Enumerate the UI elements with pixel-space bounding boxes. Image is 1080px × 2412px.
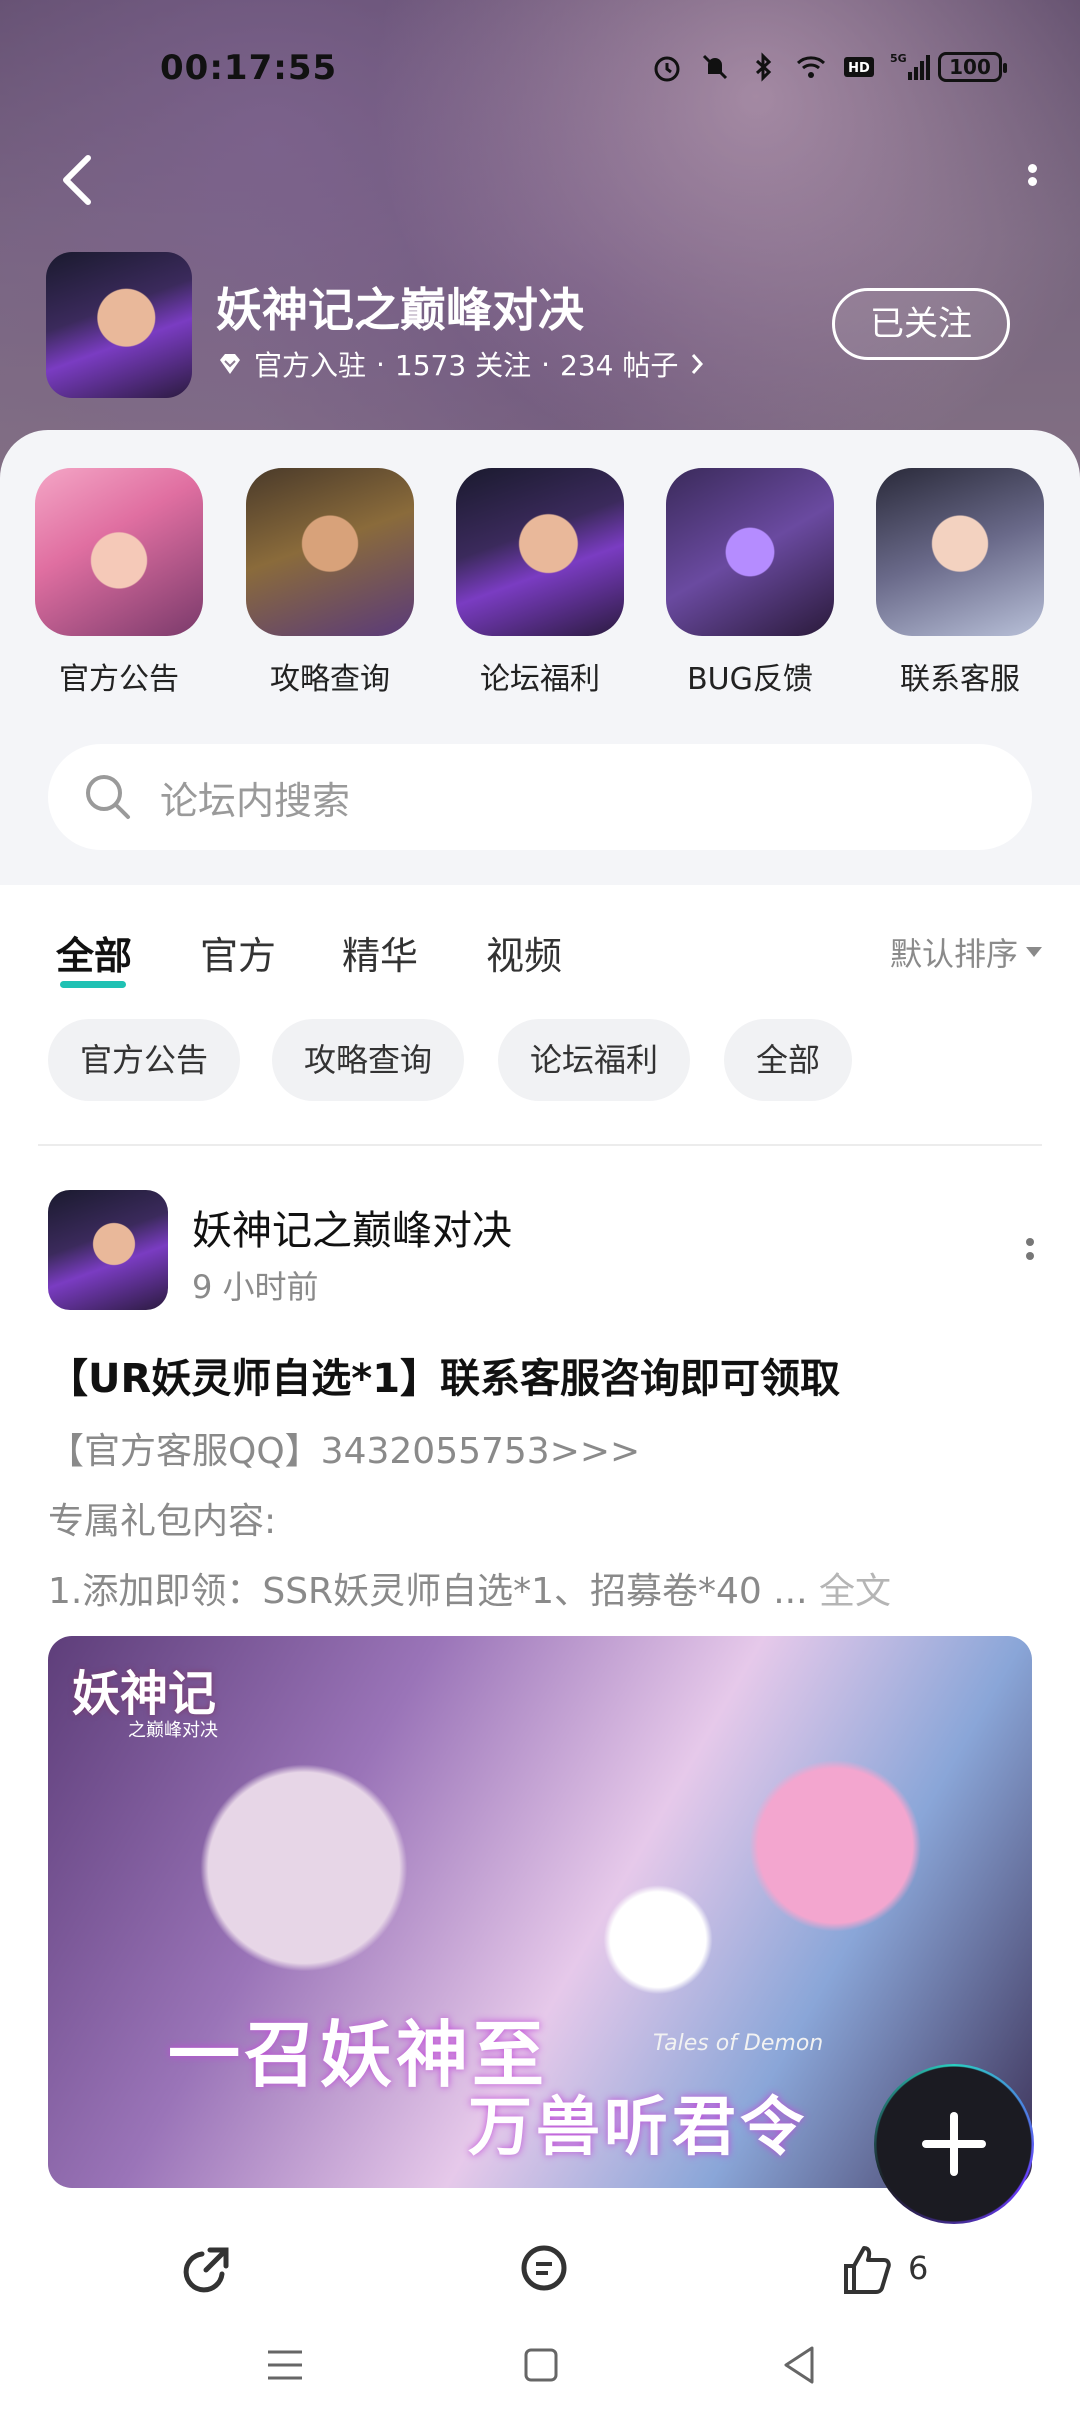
caret-down-icon	[1026, 947, 1042, 957]
shortcut-label: 联系客服	[900, 662, 1020, 697]
search-icon	[86, 775, 130, 819]
game-logo: 妖神记	[72, 1666, 217, 1722]
chevron-right-icon	[692, 354, 704, 374]
nav-menu-button[interactable]	[260, 2340, 310, 2390]
shortcut-guide[interactable]: 攻略查询	[245, 468, 415, 698]
like-button[interactable]: 6	[838, 2240, 928, 2296]
shortcuts-panel: 官方公告 攻略查询 论坛福利 BUG反馈 联系客服 论坛内搜索	[0, 430, 1080, 885]
post-title[interactable]: 【UR妖灵师自选*1】联系客服咨询即可领取	[48, 1346, 840, 1404]
chip-all[interactable]: 全部	[724, 1019, 853, 1101]
system-nav-bar	[0, 2300, 1080, 2412]
diamond-icon	[220, 354, 240, 374]
sort-dropdown[interactable]: 默认排序	[890, 929, 1042, 975]
nav-back-button[interactable]	[776, 2340, 826, 2390]
post-actions: 6	[0, 2240, 1080, 2300]
game-logo-sub: 之巅峰对决	[128, 1720, 218, 1741]
post-body-line-3: 1.添加即领：SSR妖灵师自选*1、招募卷*40 ... 全文	[48, 1562, 891, 1614]
shortcut-label: 官方公告	[59, 662, 179, 697]
like-count: 6	[908, 2249, 929, 2287]
post-body-line: 专属礼包内容:	[48, 1501, 277, 1542]
image-slogan-2: 万兽听君令	[468, 2091, 808, 2165]
post-tabs: 全部 官方 精华 视频 默认排序	[0, 885, 1080, 1015]
nav-home-button[interactable]	[516, 2340, 566, 2390]
forum-meta[interactable]: 官方入驻 · 1573 关注 · 234 帖子	[216, 344, 706, 384]
shortcut-image	[35, 468, 203, 636]
thumbs-up-icon	[844, 2246, 891, 2294]
mute-icon	[698, 50, 732, 84]
forum-title: 妖神记之巅峰对决	[216, 283, 584, 337]
forum-avatar[interactable]	[46, 252, 192, 398]
more-dot	[1026, 1238, 1034, 1246]
back-button[interactable]	[52, 150, 102, 210]
filter-chips: 官方公告 攻略查询 论坛福利 全部	[0, 1015, 1080, 1145]
bluetooth-icon	[746, 50, 780, 84]
sort-label: 默认排序	[889, 935, 1018, 973]
more-dot	[1027, 177, 1037, 186]
shortcut-label: 论坛福利	[480, 662, 600, 697]
tab-official[interactable]: 官方	[200, 925, 276, 980]
read-full-link[interactable]: 全文	[819, 1571, 891, 1612]
svg-text:HD: HD	[848, 61, 870, 76]
status-bar: 00:17:55 HD 5G 100	[0, 40, 1080, 100]
plus-icon	[950, 2112, 958, 2176]
shortcut-official-notice[interactable]: 官方公告	[34, 468, 204, 698]
more-dot	[1026, 1252, 1034, 1260]
post-body-line: 【官方客服QQ】3432055753>>>	[48, 1431, 641, 1472]
share-icon	[183, 2247, 229, 2293]
shortcut-image	[456, 468, 624, 636]
post-time: 9 小时前	[192, 1268, 319, 1306]
comment-button[interactable]	[516, 2240, 572, 2296]
chip-official-notice[interactable]: 官方公告	[48, 1019, 241, 1101]
followed-button[interactable]: 已关注	[832, 288, 1010, 360]
avatar[interactable]	[48, 1190, 168, 1310]
status-time: 00:17:55	[160, 48, 338, 88]
tab-featured[interactable]: 精华	[342, 925, 418, 980]
chevron-left-icon	[63, 155, 91, 205]
chip-welfare[interactable]: 论坛福利	[498, 1019, 691, 1101]
menu-icon	[268, 2350, 302, 2380]
post-more-button[interactable]	[1020, 1232, 1040, 1272]
svg-text:5G: 5G	[890, 52, 907, 65]
shortcut-image	[246, 468, 414, 636]
shortcut-label: 攻略查询	[270, 662, 390, 697]
search-input[interactable]: 论坛内搜索	[48, 744, 1032, 850]
tab-video[interactable]: 视频	[486, 925, 562, 980]
post-author[interactable]: 妖神记之巅峰对决	[192, 1198, 512, 1256]
wifi-icon	[794, 50, 828, 84]
5g-signal-icon: 5G	[890, 50, 930, 84]
shortcut-customer-service[interactable]: 联系客服	[875, 468, 1045, 698]
active-tab-indicator	[60, 981, 126, 988]
battery-indicator: 100	[938, 52, 1007, 82]
meta-post-count: 234 帖子	[560, 349, 679, 382]
meta-separator: ·	[376, 347, 385, 381]
shortcut-image	[666, 468, 834, 636]
alarm-icon	[650, 50, 684, 84]
forum-info: 妖神记之巅峰对决 官方入驻 · 1573 关注 · 234 帖子 已关注	[46, 252, 1046, 402]
search-placeholder: 论坛内搜索	[160, 778, 351, 823]
meta-official: 官方入驻	[254, 349, 367, 382]
comment-icon	[521, 2245, 567, 2291]
shortcut-label: BUG反馈	[687, 662, 813, 697]
shortcut-welfare[interactable]: 论坛福利	[455, 468, 625, 698]
triangle-back-icon	[784, 2346, 814, 2384]
create-post-button[interactable]	[874, 2064, 1034, 2224]
more-dot	[1027, 164, 1037, 173]
post-body-text: 1.添加即领：SSR妖灵师自选*1、招募卷*40 ...	[48, 1571, 808, 1612]
share-button[interactable]	[180, 2240, 236, 2296]
image-caption: Tales of Demon	[653, 2031, 824, 2056]
meta-separator: ·	[541, 347, 550, 381]
hd-icon: HD	[842, 50, 876, 84]
more-options-button[interactable]	[1020, 160, 1044, 204]
shortcut-bug-report[interactable]: BUG反馈	[665, 468, 835, 698]
forum-header: 00:17:55 HD 5G 100 妖神记之巅峰对决 官方入驻 · 1573 …	[0, 0, 1080, 480]
shortcut-image	[876, 468, 1044, 636]
chip-guide[interactable]: 攻略查询	[272, 1019, 465, 1101]
status-icons: HD 5G 100	[650, 50, 1007, 84]
meta-follow-count: 1573 关注	[394, 349, 532, 382]
tab-all[interactable]: 全部	[56, 925, 132, 980]
square-icon	[524, 2348, 558, 2382]
